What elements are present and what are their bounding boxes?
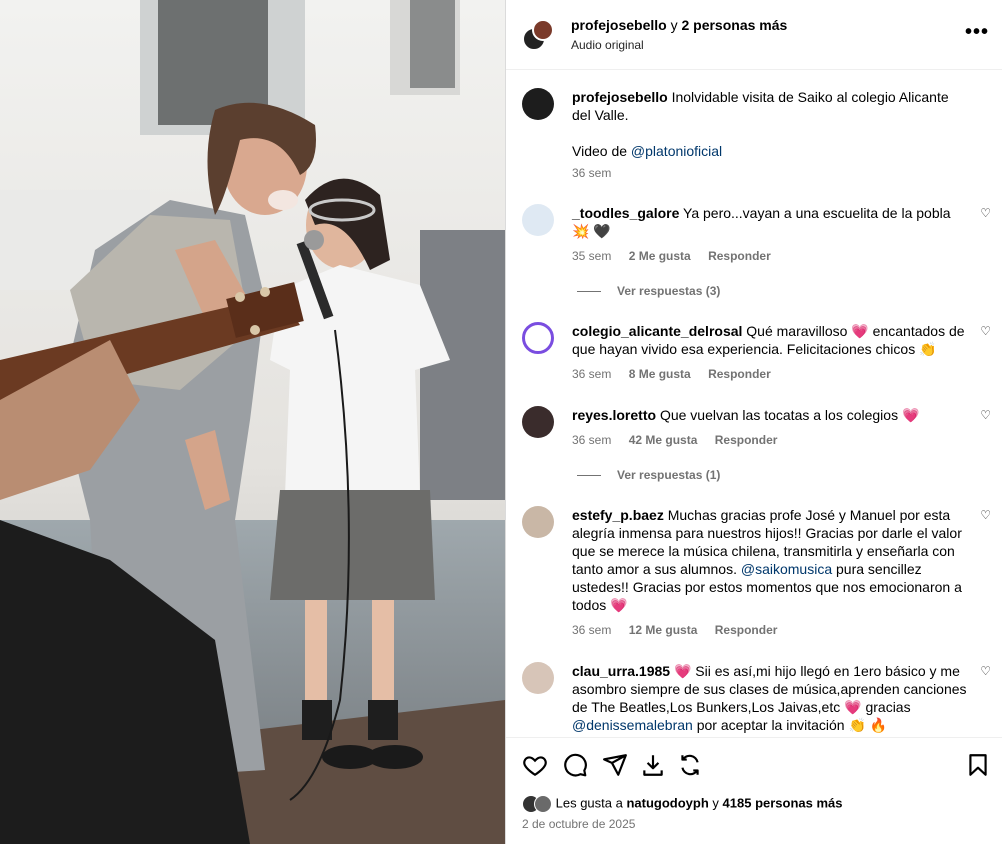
video-frame-illustration xyxy=(0,0,505,844)
reply-button[interactable]: Responder xyxy=(715,623,778,637)
timestamp[interactable]: 36 sem xyxy=(572,623,611,637)
comment-emoji: 💗 xyxy=(844,699,862,715)
comment-emoji: 👏 🔥 xyxy=(848,717,888,733)
timestamp[interactable]: 36 sem xyxy=(572,166,611,180)
comment-body: Qué maravilloso xyxy=(746,323,848,339)
post-modal: profejosebello y 2 personas más Audio or… xyxy=(0,0,1002,844)
comment-body-continued: por aceptar la invitación xyxy=(696,717,845,733)
comment-text: _toodles_galore Ya pero...vayan a una es… xyxy=(572,204,967,240)
audio-link[interactable]: Audio original xyxy=(571,38,644,52)
more-horizontal-icon[interactable]: ••• xyxy=(965,22,989,42)
caption-meta: 36 sem xyxy=(572,166,625,180)
likes-count-link[interactable]: 4185 personas más xyxy=(723,795,843,810)
comment-username[interactable]: _toodles_galore xyxy=(572,205,679,221)
header-username[interactable]: profejosebello y 2 personas más xyxy=(571,17,787,33)
comment-username[interactable]: colegio_alicante_delrosal xyxy=(572,323,742,339)
comment-emoji: 👏 xyxy=(919,341,937,357)
collab-avatars[interactable] xyxy=(522,19,554,51)
heart-icon[interactable]: ♡ xyxy=(980,664,991,678)
mention-link[interactable]: @denissemalebran xyxy=(572,717,693,733)
comment-likes[interactable]: 2 Me gusta xyxy=(629,249,691,263)
heart-icon[interactable]: ♡ xyxy=(980,408,991,422)
heart-icon[interactable] xyxy=(522,752,548,778)
likes-user-link[interactable]: natugodoyph xyxy=(626,795,708,810)
comment-text: reyes.loretto Que vuelvan las tocatas a … xyxy=(572,406,967,424)
caption-username[interactable]: profejosebello xyxy=(572,89,668,105)
download-icon[interactable] xyxy=(640,752,666,778)
reply-button[interactable]: Responder xyxy=(715,433,778,447)
comment-emoji: 💗 xyxy=(610,597,628,613)
reply-button[interactable]: Responder xyxy=(708,367,771,381)
post-sidebar: profejosebello y 2 personas más Audio or… xyxy=(505,0,1002,844)
timestamp[interactable]: 35 sem xyxy=(572,249,611,263)
action-bar: Les gusta a natugodoyph y 4185 personas … xyxy=(506,737,1002,844)
mention-link[interactable]: @saikomusica xyxy=(741,561,832,577)
comment-likes[interactable]: 8 Me gusta xyxy=(629,367,691,381)
avatar xyxy=(532,19,554,41)
comment-meta: 35 sem 2 Me gusta Responder xyxy=(572,249,785,263)
repost-icon[interactable] xyxy=(677,752,703,778)
comment-emoji: 💗 xyxy=(901,407,920,423)
mention-link[interactable]: @platonioficial xyxy=(631,143,722,159)
bookmark-icon[interactable] xyxy=(965,752,991,778)
conjunction: y xyxy=(670,17,678,33)
comment-likes[interactable]: 42 Me gusta xyxy=(629,433,698,447)
avatar[interactable] xyxy=(522,506,554,538)
comment-meta: 36 sem 8 Me gusta Responder xyxy=(572,367,785,381)
comment-emoji: 💗 xyxy=(673,663,692,679)
avatar[interactable] xyxy=(522,662,554,694)
post-header: profejosebello y 2 personas más Audio or… xyxy=(506,0,1002,70)
reply-button[interactable]: Responder xyxy=(708,249,771,263)
comment-text: colegio_alicante_delrosal Qué maravillos… xyxy=(572,322,967,358)
comment-body: Que vuelvan las tocatas a los colegios xyxy=(659,407,899,423)
avatar xyxy=(534,795,552,813)
others-link[interactable]: 2 personas más xyxy=(681,17,787,33)
avatar[interactable] xyxy=(522,88,554,120)
comment-text: clau_urra.1985 💗 Sii es así,mi hijo lleg… xyxy=(572,662,967,734)
timestamp[interactable]: 36 sem xyxy=(572,433,611,447)
comment-body: Ya pero...vayan a una escuelita de la po… xyxy=(683,205,951,221)
heart-icon[interactable]: ♡ xyxy=(980,508,991,522)
comment-icon[interactable] xyxy=(562,752,588,778)
caption-text: profejosebello Inolvidable visita de Sai… xyxy=(572,88,967,160)
comment-username[interactable]: reyes.loretto xyxy=(572,407,656,423)
heart-icon[interactable]: ♡ xyxy=(980,206,991,220)
username-link[interactable]: profejosebello xyxy=(571,17,667,33)
comment-username[interactable]: clau_urra.1985 xyxy=(572,663,670,679)
avatar[interactable] xyxy=(522,204,554,236)
comment-meta: 36 sem 12 Me gusta Responder xyxy=(572,623,791,637)
comment-emoji: 💗 xyxy=(851,323,869,339)
comment-text: estefy_p.baez Muchas gracias profe José … xyxy=(572,506,967,614)
comments-list[interactable]: profejosebello Inolvidable visita de Sai… xyxy=(506,71,1002,736)
timestamp[interactable]: 36 sem xyxy=(572,367,611,381)
comment-emoji: 💥 🖤 xyxy=(572,223,611,239)
heart-icon[interactable]: ♡ xyxy=(980,324,991,338)
post-date[interactable]: 2 de octubre de 2025 xyxy=(522,817,635,831)
avatar[interactable] xyxy=(522,322,554,354)
post-video[interactable] xyxy=(0,0,505,844)
comment-body-continued: gracias xyxy=(865,699,911,715)
avatar[interactable] xyxy=(522,406,554,438)
share-icon[interactable] xyxy=(602,752,628,778)
view-replies-button[interactable]: Ver respuestas (1) xyxy=(577,468,720,482)
likes-prefix: Les gusta a xyxy=(555,795,623,811)
view-replies-button[interactable]: Ver respuestas (3) xyxy=(577,284,720,298)
caption-video-prefix: Video de xyxy=(572,143,628,159)
comment-likes[interactable]: 12 Me gusta xyxy=(629,623,698,637)
comment-username[interactable]: estefy_p.baez xyxy=(572,507,664,523)
likes-summary: Les gusta a natugodoyph y 4185 personas … xyxy=(522,795,843,813)
comment-meta: 36 sem 42 Me gusta Responder xyxy=(572,433,791,447)
conjunction: y xyxy=(712,795,719,811)
